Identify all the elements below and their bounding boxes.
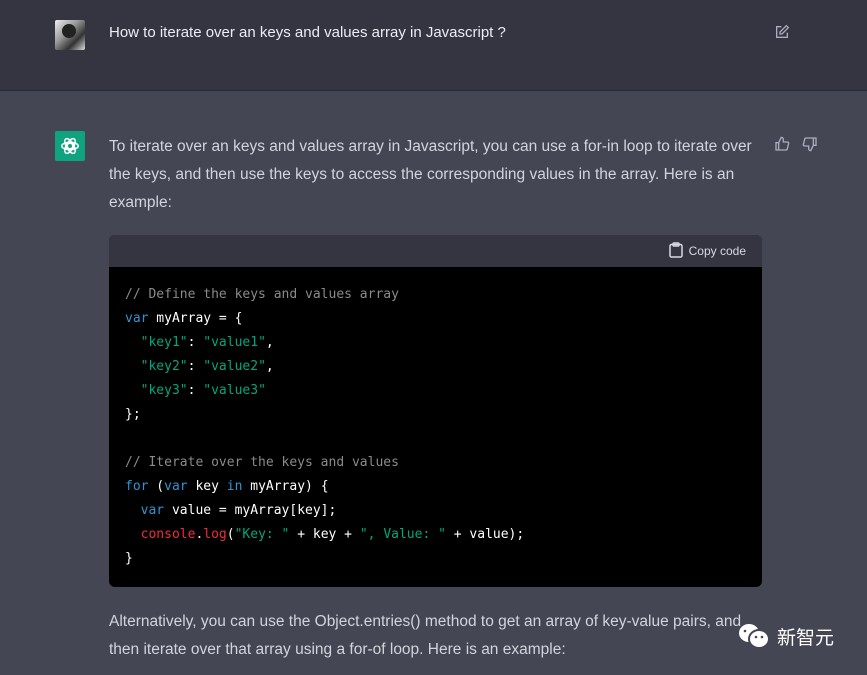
code-token: ", Value: " xyxy=(359,527,446,542)
code-token: var xyxy=(164,479,188,494)
code-block: Copy code // Define the keys and values … xyxy=(109,235,762,587)
code-token: "key1" xyxy=(140,335,188,350)
code-token: : xyxy=(187,359,204,374)
code-token: + key + xyxy=(289,527,360,542)
code-token: ( xyxy=(226,527,235,542)
code-content: // Define the keys and values array var m… xyxy=(109,267,762,587)
code-token: "key3" xyxy=(140,383,188,398)
code-token: : xyxy=(187,383,204,398)
code-token: "value3" xyxy=(203,383,266,398)
watermark: 新智元 xyxy=(737,622,834,650)
copy-code-label: Copy code xyxy=(688,244,746,258)
chatgpt-logo-icon xyxy=(55,131,85,161)
code-token: "value1" xyxy=(203,335,266,350)
code-token: value = myArray[key]; xyxy=(164,503,337,518)
code-token: var xyxy=(125,311,149,326)
watermark-text: 新智元 xyxy=(777,627,835,649)
code-token: in xyxy=(226,479,243,494)
wechat-icon xyxy=(739,624,770,649)
code-token: + value); xyxy=(445,527,525,542)
clipboard-icon xyxy=(668,241,683,261)
code-token: : xyxy=(187,335,204,350)
code-token: , xyxy=(265,335,274,350)
edit-icon[interactable] xyxy=(774,24,790,45)
code-token: "value2" xyxy=(203,359,266,374)
user-avatar xyxy=(55,20,85,50)
code-token: var xyxy=(140,503,165,518)
code-token: // Define the keys and values array xyxy=(125,287,399,302)
code-line: } xyxy=(125,547,746,571)
code-token: myArray = { xyxy=(148,311,243,326)
code-line: "key3": "value3" xyxy=(125,379,746,403)
code-line: // Iterate over the keys and values xyxy=(125,451,746,475)
code-line: for (var key in myArray) { xyxy=(125,475,746,499)
assistant-followup: Alternatively, you can use the Object.en… xyxy=(109,613,742,658)
code-token: for xyxy=(125,479,149,494)
code-token: key xyxy=(187,479,227,494)
code-token: // Iterate over the keys and values xyxy=(125,455,399,470)
code-token: myArray) { xyxy=(242,479,329,494)
code-line: var value = myArray[key]; xyxy=(125,499,746,523)
code-token: }; xyxy=(125,407,141,422)
code-line: var myArray = { xyxy=(125,307,746,331)
thumbs-up-icon[interactable] xyxy=(774,136,790,157)
user-question: How to iterate over an keys and values a… xyxy=(109,24,506,41)
code-token: , xyxy=(265,359,274,374)
code-line: }; xyxy=(125,403,746,427)
thumbs-down-icon[interactable] xyxy=(802,136,818,157)
code-token: console xyxy=(140,527,196,542)
code-token: } xyxy=(125,551,133,566)
code-line: console.log("Key: " + key + ", Value: " … xyxy=(125,523,746,547)
code-line: "key1": "value1", xyxy=(125,331,746,355)
code-line: // Define the keys and values array xyxy=(125,283,746,307)
code-token: "Key: " xyxy=(234,527,290,542)
copy-code-button[interactable]: Copy code xyxy=(109,235,762,267)
code-token: ( xyxy=(148,479,165,494)
code-token: "key2" xyxy=(140,359,188,374)
assistant-intro: To iterate over an keys and values array… xyxy=(109,138,752,211)
code-token: log xyxy=(203,527,227,542)
code-line: "key2": "value2", xyxy=(125,355,746,379)
user-message: How to iterate over an keys and values a… xyxy=(0,0,867,91)
